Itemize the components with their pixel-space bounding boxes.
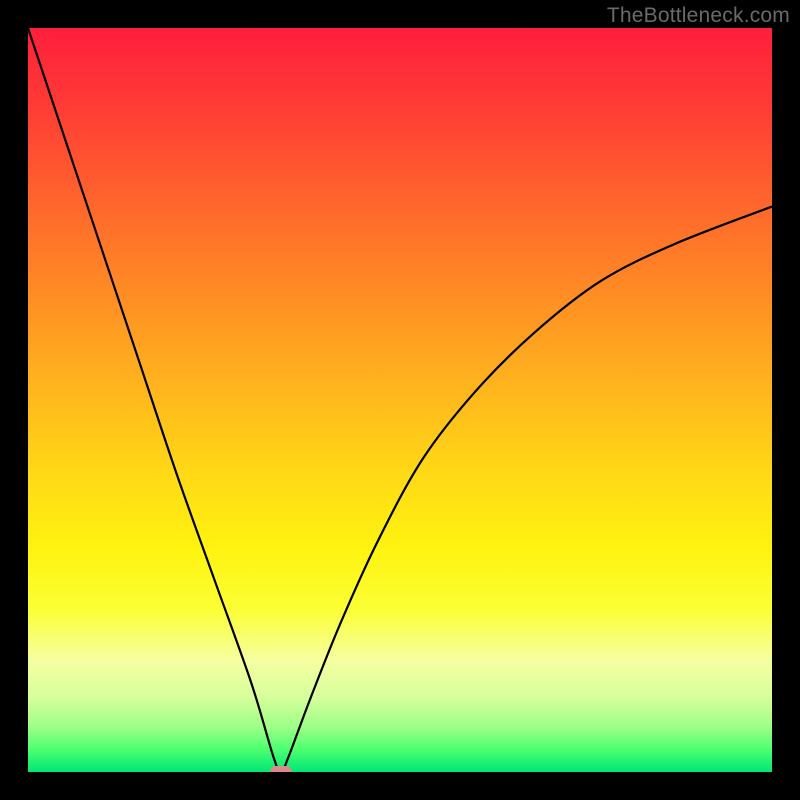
chart-frame: TheBottleneck.com — [0, 0, 800, 800]
plot-area — [28, 28, 772, 772]
watermark-text: TheBottleneck.com — [607, 4, 790, 28]
bottleneck-curve — [28, 28, 772, 772]
optimum-marker — [270, 766, 292, 772]
